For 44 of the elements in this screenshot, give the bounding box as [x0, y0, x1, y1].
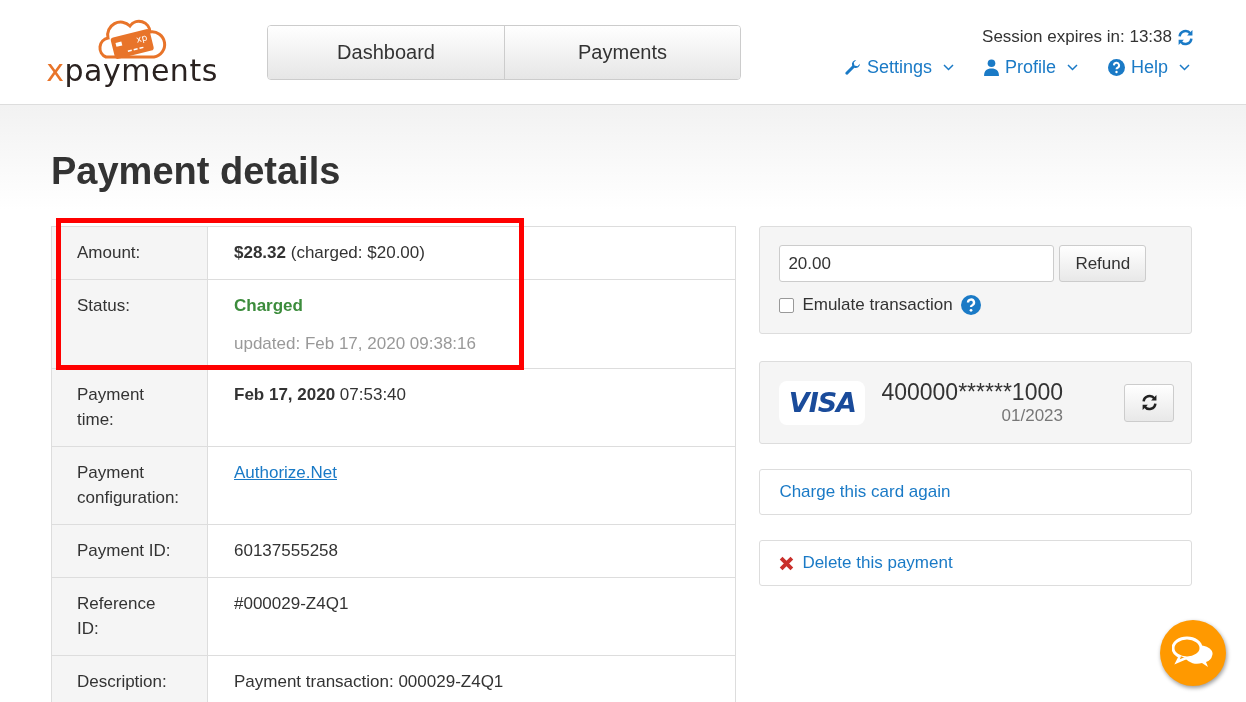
- caret-icon: [942, 64, 954, 71]
- menu-link[interactable]: Profile: [983, 57, 1082, 78]
- checkbox[interactable]: [779, 297, 795, 313]
- detail-label: Amount:: [77, 242, 142, 264]
- detail-label: Payment time:: [77, 384, 146, 431]
- caret-icon: [1066, 64, 1078, 71]
- card-number: 400000******1000: [881, 379, 1063, 406]
- charge-link[interactable]: Charge this card again: [759, 469, 1192, 515]
- chat-icon: [1172, 636, 1214, 670]
- refresh-button[interactable]: [1124, 383, 1174, 422]
- detail-value: Payment transaction: 000029-Z4Q1: [234, 671, 505, 692]
- status-updated: updated: Feb 17, 2020 09:38:16: [234, 333, 477, 354]
- emulate-label: Emulate transaction: [802, 295, 953, 315]
- user-icon: [983, 59, 999, 76]
- detail-label: Status:: [77, 295, 131, 317]
- detail-label: Description:: [77, 671, 168, 693]
- config-link[interactable]: Authorize.Net: [234, 463, 337, 482]
- help-icon[interactable]: [960, 295, 981, 315]
- session-timer: Session expires in: 13:38: [982, 27, 1172, 47]
- delete-icon: [779, 555, 795, 571]
- detail-label: Reference ID:: [77, 593, 157, 640]
- page-title: Payment details: [51, 149, 342, 193]
- detail-value: Feb 17, 2020 07:53:40: [234, 384, 408, 405]
- card-expiry: 01/2023: [1001, 406, 1063, 426]
- detail-label: Payment ID:: [77, 540, 172, 562]
- nav-tab[interactable]: Dashboard: [268, 26, 504, 79]
- detail-value: 60137555258: [234, 540, 339, 561]
- refund-button[interactable]: Refund: [1059, 245, 1147, 282]
- caret-icon: [1179, 64, 1190, 71]
- delete-link[interactable]: Delete this payment: [759, 540, 1192, 586]
- detail-value: $28.32 (charged: $20.00): [234, 242, 426, 263]
- refresh-icon: [1140, 394, 1158, 411]
- menu-link[interactable]: Settings: [843, 57, 958, 78]
- nav-tab[interactable]: Payments: [504, 26, 740, 79]
- refund-amount-field[interactable]: 20.00: [779, 245, 1055, 282]
- detail-label: Payment configuration:: [77, 462, 177, 509]
- status-text: Charged: [234, 295, 304, 316]
- menu-link[interactable]: Help: [1107, 57, 1194, 78]
- card-brand-logo: VISA: [779, 380, 866, 425]
- refresh-icon[interactable]: [1177, 28, 1194, 46]
- detail-value: #000029-Z4Q1: [234, 593, 350, 614]
- wrench-icon: [843, 59, 861, 76]
- help-icon: [1107, 59, 1125, 76]
- logo-text: xpayments: [46, 56, 218, 86]
